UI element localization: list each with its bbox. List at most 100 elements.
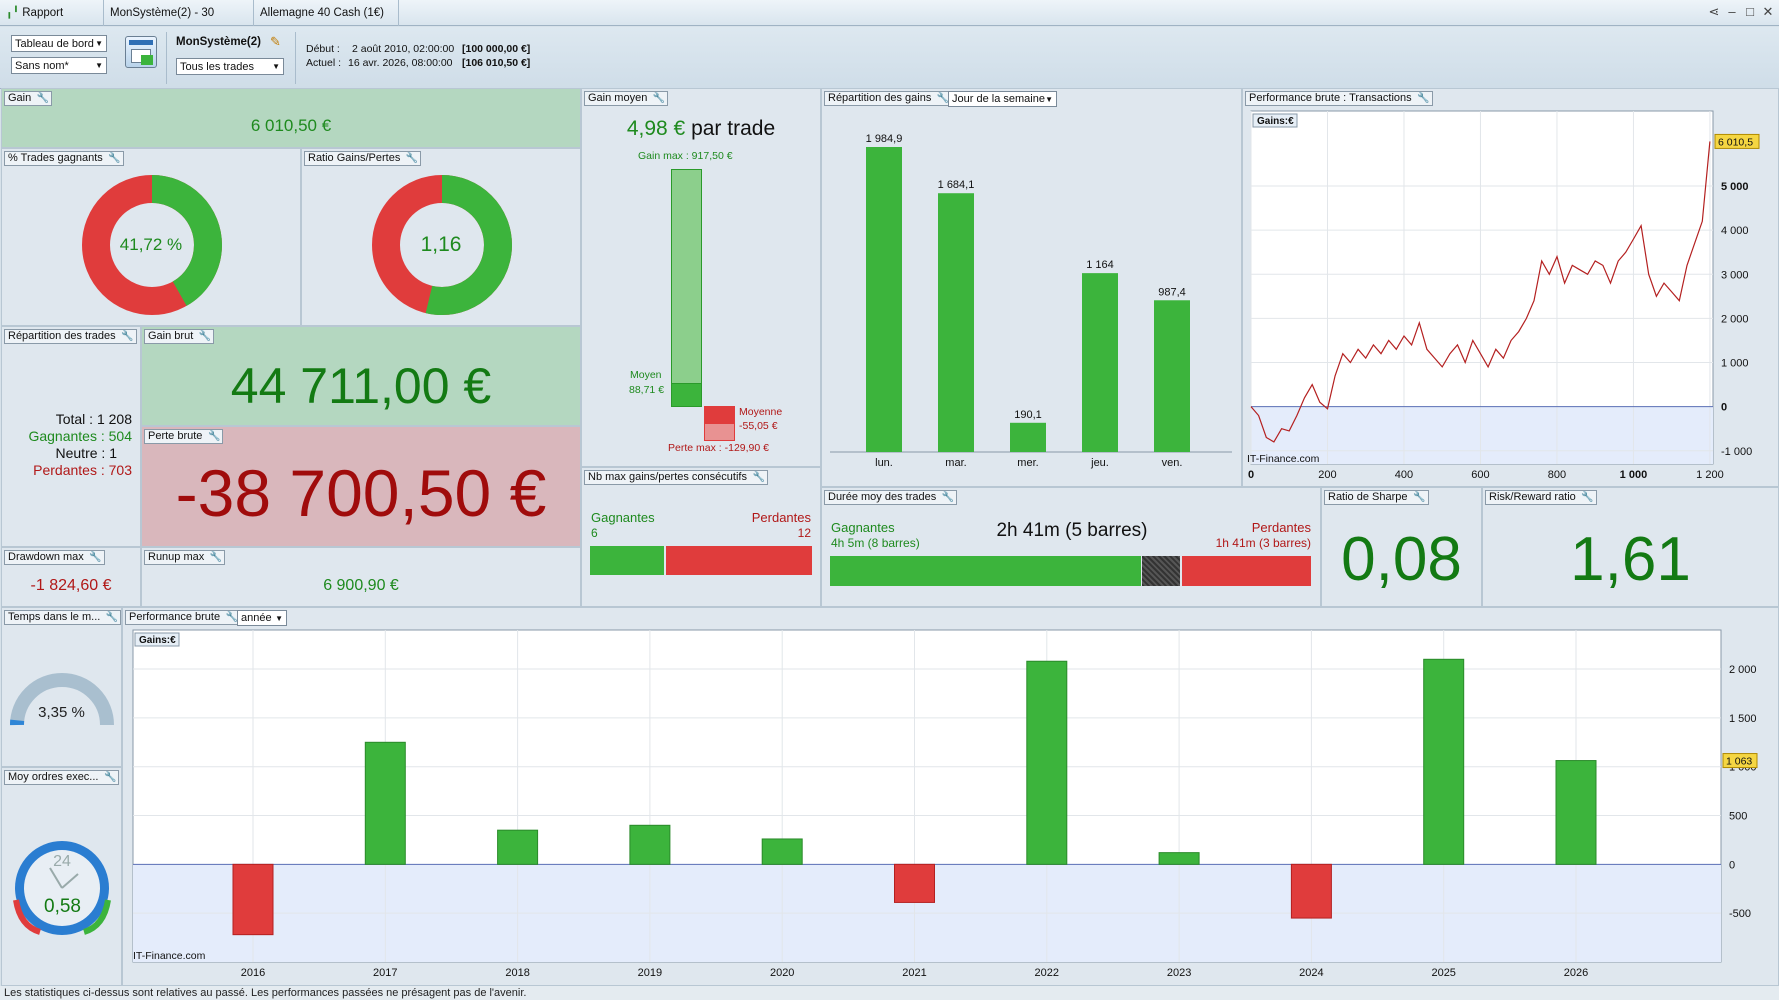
wrench-icon[interactable]: 🔧 [210, 551, 222, 564]
dashboard-select[interactable]: Tableau de bord ▼ [11, 35, 107, 52]
drawdown-value: -1 824,60 € [30, 577, 112, 594]
panel-title[interactable]: Répartition des gains 🔧 [824, 91, 953, 106]
wrench-icon[interactable]: 🔧 [406, 152, 418, 165]
perf-annee-panel: Performance brute🔧 année▼ -50005001 0001… [122, 607, 1779, 986]
wrench-icon[interactable]: 🔧 [121, 330, 133, 343]
wrench-icon[interactable]: 🔧 [37, 92, 49, 105]
temps-value: 3,35 % [38, 704, 85, 721]
bar-2021 [894, 863, 935, 903]
x-tick-label: 800 [1548, 469, 1566, 481]
panel-title[interactable]: Moy ordres exec... 🔧 [4, 770, 120, 785]
current-date: 16 avr. 2026, 08:00:00 [348, 57, 453, 69]
panel-title[interactable]: Risk/Reward ratio 🔧 [1485, 490, 1597, 505]
duree-win-value: 4h 5m (8 barres) [831, 536, 920, 550]
panel-title[interactable]: Runup max 🔧 [144, 550, 226, 565]
report-tab[interactable]: ╻╹Rapport détaillé [0, 0, 104, 45]
panel-title[interactable]: Ratio Gains/Pertes 🔧 [304, 151, 422, 166]
panel-title[interactable]: Gain moyen 🔧 [584, 91, 669, 106]
y-tick-label: 1 500 [1729, 713, 1757, 725]
maximize-icon[interactable]: □ [1742, 4, 1758, 20]
x-tick-label: 2026 [1564, 967, 1588, 979]
temps-gauge [9, 673, 114, 726]
loss-avg-value: -55,05 € [739, 420, 778, 432]
start-date: 2 août 2010, 02:00:00 [352, 43, 455, 55]
panel-title[interactable]: Temps dans le m... 🔧 [4, 610, 122, 625]
duree-loss-label: Perdantes [1251, 520, 1311, 535]
wrench-icon[interactable]: 🔧 [199, 330, 211, 343]
trades-select-value: Tous les trades [180, 60, 254, 73]
panel-title[interactable]: Ratio de Sharpe 🔧 [1324, 490, 1429, 505]
gain-moyen-value: 4,98 € [626, 117, 686, 140]
watermark: IT-Finance.com [133, 950, 206, 962]
period-select-value: année [241, 612, 272, 624]
edit-icon[interactable]: ✎ [270, 34, 281, 50]
wrench-icon[interactable]: 🔧 [208, 430, 220, 443]
perte-brute-title: Perte brute [148, 430, 203, 442]
duree-loss-bar [1182, 556, 1311, 586]
panel-title[interactable]: Drawdown max 🔧 [4, 550, 105, 565]
panel-title[interactable]: Nb max gains/pertes consécutifs 🔧 [584, 470, 768, 485]
wrench-icon[interactable]: 🔧 [753, 471, 765, 484]
name-select[interactable]: Sans nom* ▼ [11, 57, 107, 74]
title-bar: ╻╹Rapport détaillé MonSystème(2) - 30 mi… [0, 0, 1779, 45]
panel-title[interactable]: Performance brute 🔧 [125, 610, 242, 625]
period-select[interactable]: année ▼ [237, 610, 287, 626]
y-tick-label: -1 000 [1721, 446, 1752, 458]
total-value: 1 208 [96, 411, 132, 427]
wrench-icon[interactable]: 🔧 [942, 491, 954, 504]
calendar-icon[interactable] [125, 36, 157, 68]
x-tick-label: ven. [1162, 457, 1183, 469]
wrench-icon[interactable]: 🔧 [1417, 92, 1429, 105]
perte-brute-value: -38 700,50 € [175, 456, 547, 530]
share-icon[interactable]: ⋖ [1706, 4, 1722, 20]
ratio-title: Ratio Gains/Pertes [308, 152, 401, 164]
dashboard-select-value: Tableau de bord [15, 37, 94, 50]
wrench-icon[interactable]: 🔧 [104, 771, 116, 784]
system-title: MonSystème(2) - 30 minutes [104, 0, 254, 45]
repartition-trades-panel: Répartition des trades 🔧 Total : 1 208 Ga… [1, 326, 141, 547]
wrench-icon[interactable]: 🔧 [106, 611, 118, 624]
x-tick-label: 2021 [902, 967, 926, 979]
panel-title[interactable]: Performance brute : Transactions 🔧 [1245, 91, 1433, 106]
y-tick-label: 0 [1729, 859, 1735, 871]
wrench-icon[interactable]: 🔧 [89, 551, 101, 564]
panel-title[interactable]: % Trades gagnants 🔧 [4, 151, 124, 166]
panel-title[interactable]: Gain brut 🔧 [144, 329, 215, 344]
current-label: Actuel : [306, 57, 342, 69]
transactions-line-chart: 0 200 400 600 800 1 000 1 200 -1 000 0 1 000 2 000… [1247, 110, 1760, 481]
rr-value: 1,61 [1570, 525, 1691, 594]
y-tick-label: 1 000 [1721, 358, 1749, 370]
sharpe-value: 0,08 [1341, 525, 1462, 594]
weekday-select[interactable]: Jour de la semaine ▼ [948, 91, 1057, 107]
x-tick-label: 1 200 [1696, 469, 1724, 481]
x-tick-label: 2024 [1299, 967, 1323, 979]
gains-badge-label: Gains:€ [139, 635, 176, 646]
start-value: [100 000,00 €] [462, 43, 531, 55]
weekday-bar-chart: 1 984,9 lun. 1 684,1 mar. 190,1 mer. 1 164 jeu.… [830, 133, 1232, 469]
wrench-icon[interactable]: 🔧 [653, 92, 665, 105]
panel-title[interactable]: Gain 🔧 [4, 91, 53, 106]
divider [166, 32, 167, 84]
close-icon[interactable]: ✕ [1760, 4, 1776, 20]
duree-win-bar [830, 556, 1141, 586]
panel-title[interactable]: Durée moy des trades 🔧 [824, 490, 958, 505]
bar-2019 [629, 824, 671, 865]
nb-win-label: Gagnantes [591, 510, 655, 525]
wrench-icon[interactable]: 🔧 [1581, 491, 1593, 504]
bar-mer [1010, 422, 1046, 452]
wrench-icon[interactable]: 🔧 [108, 152, 120, 165]
moy-ordres-value: 0,58 [44, 896, 81, 917]
x-tick-label: mer. [1017, 457, 1038, 469]
wrench-icon[interactable]: 🔧 [1413, 491, 1425, 504]
panel-title[interactable]: Répartition des trades 🔧 [4, 329, 137, 344]
temps-panel: Temps dans le m... 🔧 3,35 % [1, 607, 122, 767]
clock-label: 24 [53, 853, 71, 870]
current-value: [106 010,50 €] [462, 57, 531, 69]
duree-main: 2h 41m (5 barres) [996, 520, 1148, 541]
trades-select[interactable]: Tous les trades ▼ [176, 58, 284, 75]
minimize-icon[interactable]: – [1724, 4, 1740, 20]
panel-title[interactable]: Perte brute 🔧 [144, 429, 224, 444]
y-tick-label: 3 000 [1721, 269, 1749, 281]
ratio-value: 1,16 [420, 233, 462, 256]
loss-max-label: Perte max : -129,90 € [668, 442, 769, 454]
